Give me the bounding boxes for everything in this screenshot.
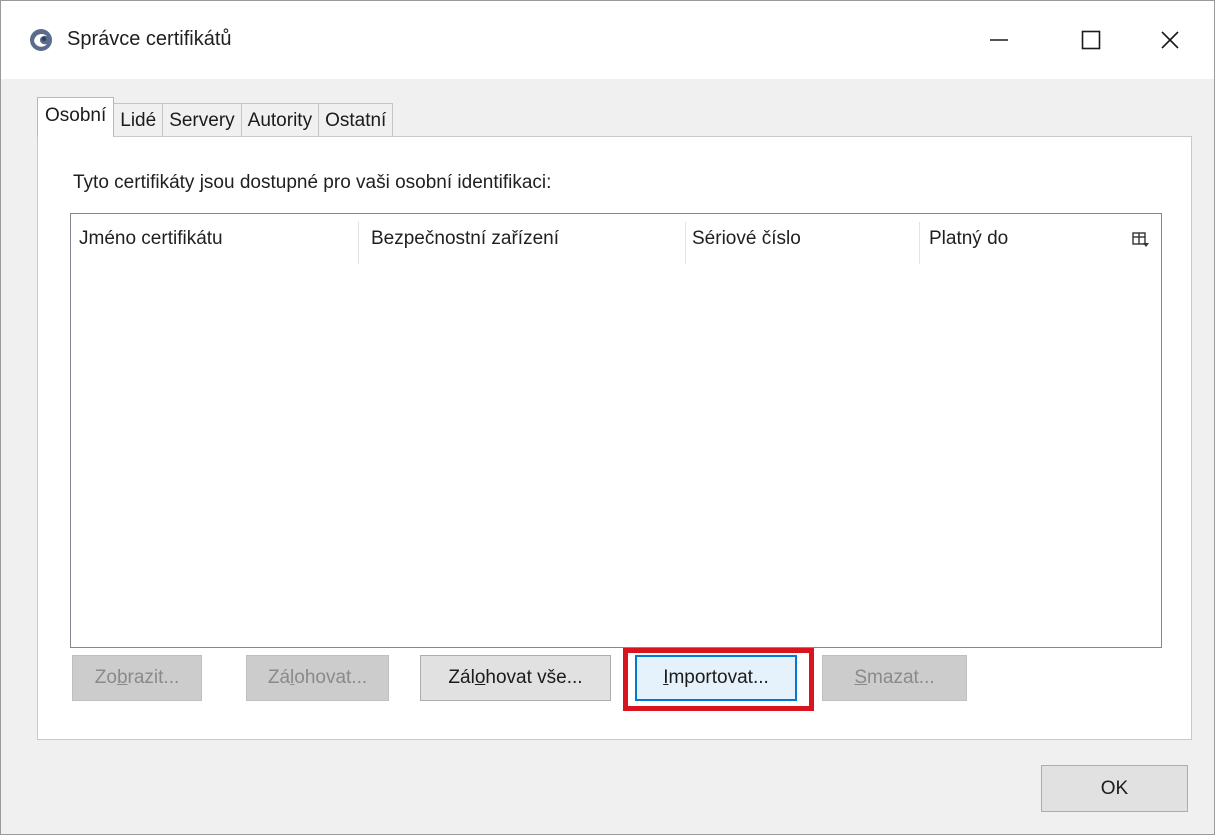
certificate-table[interactable]: Jméno certifikátu Bezpečnostní zařízení …: [70, 213, 1162, 648]
minimize-icon: [990, 39, 1008, 41]
delete-button-accel: S: [854, 667, 868, 688]
backup-button[interactable]: Zálohovat...: [246, 655, 389, 701]
column-header-device[interactable]: Bezpečnostní zařízení: [363, 214, 683, 264]
delete-button[interactable]: Smazat...: [822, 655, 967, 701]
window-title: Správce certifikátů: [67, 28, 232, 50]
ok-button[interactable]: OK: [1041, 765, 1188, 812]
column-header-serial[interactable]: Sériové číslo: [684, 214, 917, 264]
tab-servery[interactable]: Servery: [162, 103, 242, 137]
tab-ostatni[interactable]: Ostatní: [318, 103, 394, 137]
tab-strip: Osobní Lidé Servery Autority Ostatní: [37, 97, 394, 137]
backup-all-button-label-rest: hovat vše...: [485, 667, 583, 688]
view-button-accel: b: [116, 667, 128, 688]
backup-button-label: Zá: [267, 667, 291, 688]
maximize-icon: [1081, 30, 1101, 50]
import-highlight-box: [623, 648, 814, 711]
backup-all-button-accel: o: [474, 667, 486, 688]
close-icon: [1160, 31, 1179, 49]
column-picker-icon[interactable]: [1131, 230, 1151, 250]
panel-description: Tyto certifikáty jsou dostupné pro vaši …: [73, 172, 552, 193]
backup-button-label-rest: ohovat...: [294, 667, 368, 688]
backup-all-button-label: Zál: [448, 667, 475, 688]
tab-panel: Tyto certifikáty jsou dostupné pro vaši …: [37, 136, 1192, 740]
column-separator[interactable]: [919, 222, 920, 264]
thunderbird-app-icon: [30, 29, 52, 51]
tab-lide[interactable]: Lidé: [113, 103, 164, 137]
column-header-valid-until[interactable]: Platný do: [921, 214, 1111, 264]
tab-osobni[interactable]: Osobní: [37, 97, 115, 137]
tab-autority[interactable]: Autority: [240, 103, 320, 137]
minimize-button[interactable]: [953, 1, 1045, 79]
view-button-label-rest: razit...: [127, 667, 180, 688]
certificate-manager-window: Správce certifikátů Osobní Lidé Servery …: [0, 0, 1215, 835]
delete-button-label-rest: mazat...: [867, 667, 935, 688]
maximize-button[interactable]: [1045, 1, 1137, 79]
view-button-label: Zo: [94, 667, 117, 688]
view-button[interactable]: Zobrazit...: [72, 655, 202, 701]
column-separator[interactable]: [358, 222, 359, 264]
backup-all-button[interactable]: Zálohovat vše...: [420, 655, 611, 701]
column-header-name[interactable]: Jméno certifikátu: [71, 214, 358, 264]
close-button[interactable]: [1125, 1, 1214, 79]
title-bar[interactable]: Správce certifikátů: [1, 1, 1214, 79]
